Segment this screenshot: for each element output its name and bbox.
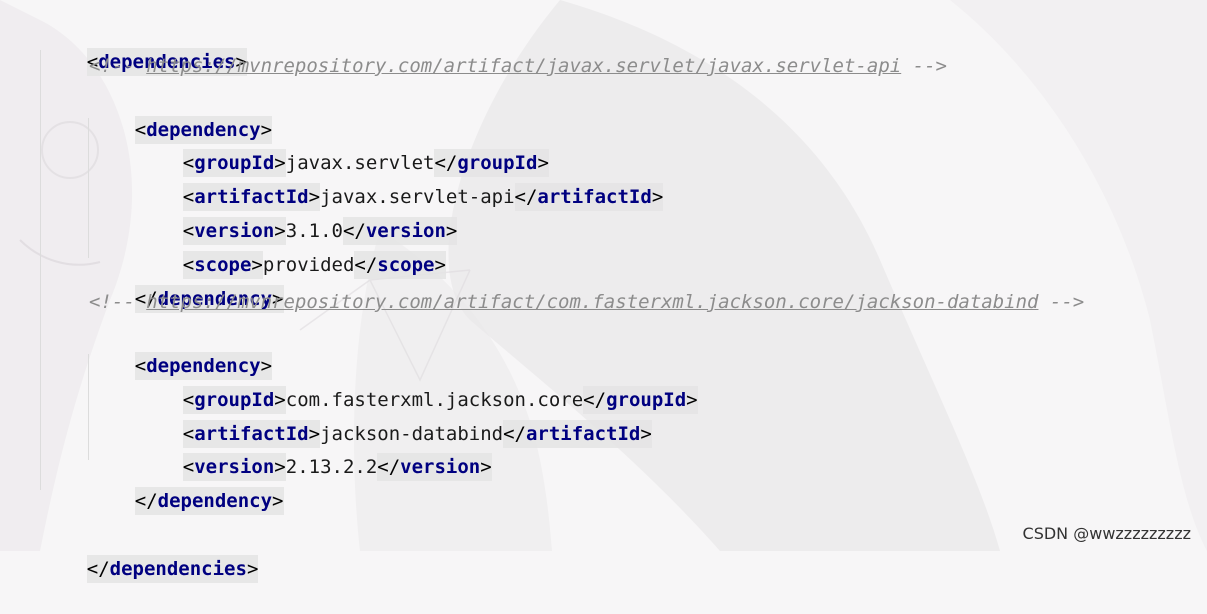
code-line: <dependencies>: [41, 17, 247, 76]
code-editor[interactable]: <dependencies> <!-- https://mvnrepositor…: [0, 0, 1207, 583]
comment-close: -->: [1049, 291, 1085, 313]
tag-bracket: </: [86, 558, 110, 580]
xml-close-tag: </scope>: [354, 251, 446, 279]
code-line-comment: <!-- https://mvnrepository.com/artifact/…: [89, 287, 1084, 317]
code-line-comment: <!-- https://mvnrepository.com/artifact/…: [89, 51, 947, 81]
code-line: <scope>provided</scope>: [137, 220, 446, 279]
code-line: <groupId>javax.servlet</groupId>: [137, 118, 549, 177]
tag-name: dependencies: [109, 558, 247, 580]
xml-tag: </dependency>: [134, 487, 284, 515]
tag-bracket: </: [134, 490, 158, 512]
code-line: </dependencies>: [41, 524, 259, 583]
comment-link[interactable]: https://mvnrepository.com/artifact/javax…: [146, 55, 901, 77]
code-line: <groupId>com.fasterxml.jackson.core</gro…: [137, 355, 698, 414]
tag-value: 2.13.2.2: [285, 456, 378, 478]
code-line: <dependency>: [89, 85, 273, 144]
xml-tag: </dependencies>: [86, 555, 259, 583]
watermark: CSDN @wwzzzzzzzzz: [1022, 524, 1191, 543]
comment-open: <!--: [89, 55, 135, 77]
tag-name: artifactId: [537, 186, 652, 208]
comment-close: -->: [912, 55, 947, 77]
xml-close-tag: </version>: [377, 453, 492, 481]
tag-name: version: [400, 456, 481, 478]
tag-bracket: >: [246, 558, 259, 580]
tag-bracket: >: [272, 490, 284, 512]
comment-link[interactable]: https://mvnrepository.com/artifact/com.f…: [146, 291, 1038, 313]
xml-close-tag: </artifactId>: [503, 420, 652, 448]
code-line: </dependency>: [89, 254, 284, 313]
code-line: <artifactId>jackson-databind</artifactId…: [137, 389, 652, 448]
code-line: </dependency>: [89, 456, 284, 515]
tag-name: artifactId: [525, 423, 641, 445]
code-line: <dependency>: [89, 321, 273, 380]
comment-open: <!--: [89, 291, 135, 313]
code-line: <artifactId>javax.servlet-api</artifactI…: [137, 152, 664, 211]
tag-name: dependency: [157, 490, 273, 512]
indent-guide: [40, 50, 41, 490]
xml-close-tag: </artifactId>: [514, 183, 664, 211]
code-line: <version>2.13.2.2</version>: [137, 422, 492, 481]
tag-name: scope: [377, 254, 435, 276]
code-line: <version>3.1.0</version>: [137, 186, 458, 245]
